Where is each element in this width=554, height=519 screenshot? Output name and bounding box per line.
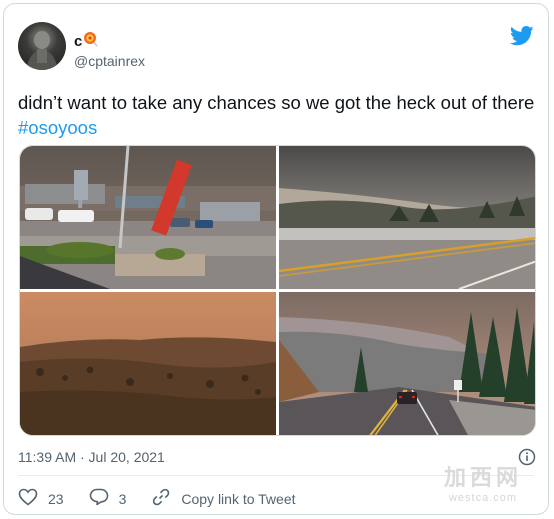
copy-link-button[interactable]: Copy link to Tweet (151, 487, 296, 510)
heart-icon (18, 488, 38, 509)
user-handle[interactable]: @cptainrex (74, 53, 145, 69)
action-bar: 23 3 Copy link to Tweet (18, 487, 321, 510)
hashtag-link[interactable]: #osoyoos (18, 117, 97, 138)
speech-bubble-icon (89, 488, 109, 509)
orange-sky-hills-photo[interactable] (20, 292, 276, 436)
lollipop-icon (83, 31, 99, 51)
reply-count: 3 (118, 490, 127, 507)
watermark: 加西网 westca.com (444, 460, 522, 504)
avatar[interactable] (18, 22, 66, 70)
copy-link-label: Copy link to Tweet (181, 490, 296, 507)
display-name[interactable]: c (74, 31, 99, 51)
reply-button[interactable]: 3 (89, 488, 127, 509)
display-name-text: c (74, 32, 83, 50)
link-icon (151, 487, 171, 510)
watermark-url: westca.com (448, 492, 518, 504)
tweet-text-body: didn’t want to take any chances so we go… (18, 92, 535, 113)
twitter-bird-icon[interactable] (509, 26, 534, 51)
mountain-road-photo[interactable] (279, 292, 536, 436)
tweet-timestamp[interactable]: 11:39 AM · Jul 20, 2021 (18, 449, 165, 465)
tweet-card: c @cptainrex didn’t want to take any cha… (3, 3, 549, 515)
media-grid (19, 145, 536, 436)
tweet-text: didn’t want to take any chances so we go… (18, 90, 538, 140)
like-count: 23 (48, 490, 64, 507)
highway-smoke-photo[interactable] (279, 146, 536, 289)
smoky-street-photo[interactable] (20, 146, 276, 289)
like-button[interactable]: 23 (18, 488, 64, 509)
watermark-title: 加西网 (443, 465, 522, 490)
